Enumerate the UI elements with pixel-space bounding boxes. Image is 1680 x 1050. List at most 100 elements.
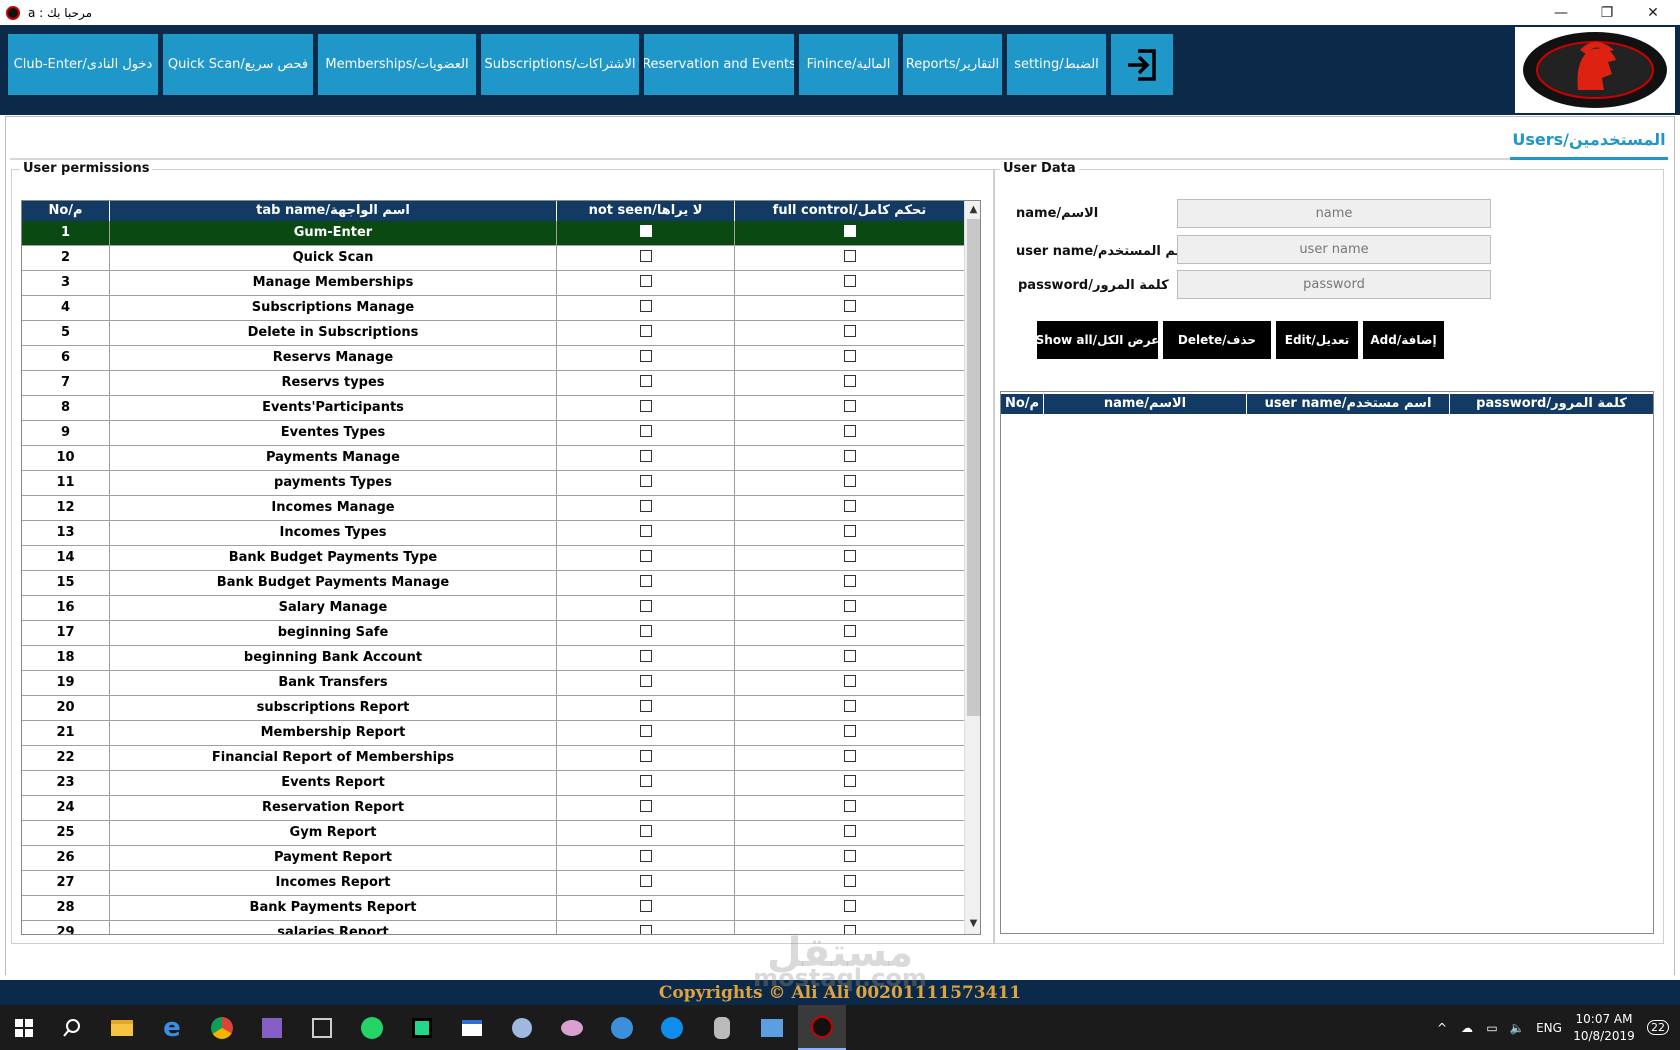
table-row[interactable]: 5 Delete in Subscriptions — [22, 321, 964, 346]
not-seen-checkbox[interactable] — [639, 925, 652, 934]
full-control-checkbox[interactable] — [843, 625, 856, 637]
nav-club-enter-button[interactable]: Club-Enter/دخول النادى — [8, 34, 158, 95]
edge-icon[interactable]: e — [148, 1005, 196, 1050]
windows-start-icon[interactable] — [0, 1005, 48, 1050]
teamviewer-icon[interactable] — [648, 1005, 696, 1050]
nav-memberships-button[interactable]: Memberships/العضويات — [318, 34, 476, 95]
full-control-checkbox[interactable] — [843, 875, 856, 887]
nav-quick-scan-button[interactable]: Quick Scan/فحص سريع — [163, 34, 313, 95]
not-seen-checkbox[interactable] — [639, 850, 652, 862]
users-col-password[interactable]: password/كلمة المرور — [1450, 394, 1653, 414]
full-control-checkbox[interactable] — [843, 575, 856, 587]
palette-icon[interactable] — [548, 1005, 596, 1050]
not-seen-checkbox[interactable] — [639, 475, 652, 487]
table-row[interactable]: 14 Bank Budget Payments Type — [22, 546, 964, 571]
not-seen-checkbox[interactable] — [639, 700, 652, 712]
minimize-icon[interactable]: — — [1538, 0, 1584, 25]
table-row[interactable]: 1 Gum-Enter — [22, 221, 964, 246]
tools-icon[interactable] — [298, 1005, 346, 1050]
col-header-not-seen[interactable]: not seen/لا يراها — [557, 201, 735, 221]
not-seen-checkbox[interactable] — [639, 825, 652, 837]
not-seen-checkbox[interactable] — [639, 775, 652, 787]
full-control-checkbox[interactable] — [843, 400, 856, 412]
table-row[interactable]: 9 Eventes Types — [22, 421, 964, 446]
full-control-checkbox[interactable] — [843, 325, 856, 337]
gym-app-icon[interactable] — [798, 1005, 846, 1050]
full-control-checkbox[interactable] — [843, 275, 856, 287]
full-control-checkbox[interactable] — [843, 650, 856, 662]
full-control-checkbox[interactable] — [843, 700, 856, 712]
table-row[interactable]: 25 Gym Report — [22, 821, 964, 846]
not-seen-checkbox[interactable] — [639, 400, 652, 412]
users-col-no[interactable]: No/م — [1001, 394, 1044, 414]
table-row[interactable]: 22 Financial Report of Memberships — [22, 746, 964, 771]
app-window-icon[interactable] — [448, 1005, 496, 1050]
browser-icon[interactable] — [598, 1005, 646, 1050]
full-control-checkbox[interactable] — [843, 925, 856, 934]
file-explorer-icon[interactable] — [98, 1005, 146, 1050]
not-seen-checkbox[interactable] — [639, 225, 652, 237]
show-all-button[interactable]: Show all/عرض الكل — [1036, 321, 1159, 359]
table-row[interactable]: 24 Reservation Report — [22, 796, 964, 821]
not-seen-checkbox[interactable] — [639, 725, 652, 737]
full-control-checkbox[interactable] — [843, 850, 856, 862]
col-header-tab-name[interactable]: tab name/اسم الواجهة — [110, 201, 557, 221]
scroll-up-icon[interactable]: ▲ — [965, 201, 980, 218]
chrome-icon[interactable] — [198, 1005, 246, 1050]
table-row[interactable]: 13 Incomes Types — [22, 521, 964, 546]
not-seen-checkbox[interactable] — [639, 800, 652, 812]
not-seen-checkbox[interactable] — [639, 600, 652, 612]
users-col-username[interactable]: user name/اسم مستخدم — [1247, 394, 1450, 414]
not-seen-checkbox[interactable] — [639, 425, 652, 437]
full-control-checkbox[interactable] — [843, 525, 856, 537]
table-row[interactable]: 16 Salary Manage — [22, 596, 964, 621]
full-control-checkbox[interactable] — [843, 675, 856, 687]
tray-chevron-icon[interactable]: ^ — [1430, 1005, 1454, 1050]
not-seen-checkbox[interactable] — [639, 350, 652, 362]
scrollbar-thumb[interactable] — [967, 219, 980, 716]
not-seen-checkbox[interactable] — [639, 450, 652, 462]
table-row[interactable]: 10 Payments Manage — [22, 446, 964, 471]
nav-subscriptions-button[interactable]: Subscriptions/الاشتراكات — [481, 34, 639, 95]
not-seen-checkbox[interactable] — [639, 375, 652, 387]
exit-button[interactable] — [1111, 34, 1173, 95]
not-seen-checkbox[interactable] — [639, 750, 652, 762]
full-control-checkbox[interactable] — [843, 475, 856, 487]
full-control-checkbox[interactable] — [843, 750, 856, 762]
full-control-checkbox[interactable] — [843, 800, 856, 812]
table-row[interactable]: 2 Quick Scan — [22, 246, 964, 271]
users-col-name[interactable]: name/الاسم — [1044, 394, 1247, 414]
not-seen-checkbox[interactable] — [639, 900, 652, 912]
clock[interactable]: 10:07 AM 10/8/2019 — [1568, 1005, 1640, 1050]
full-control-checkbox[interactable] — [843, 725, 856, 737]
control-panel-icon[interactable] — [748, 1005, 796, 1050]
pycharm-icon[interactable] — [398, 1005, 446, 1050]
not-seen-checkbox[interactable] — [639, 875, 652, 887]
add-button[interactable]: Add/إضافة — [1363, 321, 1444, 359]
full-control-checkbox[interactable] — [843, 375, 856, 387]
notifications-icon[interactable]: 22 — [1640, 1005, 1676, 1050]
full-control-checkbox[interactable] — [843, 450, 856, 462]
table-row[interactable]: 11 payments Types — [22, 471, 964, 496]
table-row[interactable]: 27 Incomes Report — [22, 871, 964, 896]
full-control-checkbox[interactable] — [843, 425, 856, 437]
search-icon[interactable] — [48, 1005, 96, 1050]
full-control-checkbox[interactable] — [843, 500, 856, 512]
col-header-full-control[interactable]: full control/تحكم كامل — [735, 201, 964, 221]
table-row[interactable]: 6 Reservs Manage — [22, 346, 964, 371]
table-row[interactable]: 4 Subscriptions Manage — [22, 296, 964, 321]
table-row[interactable]: 21 Membership Report — [22, 721, 964, 746]
nav-finance-button[interactable]: Finince/المالية — [799, 34, 898, 95]
name-field[interactable] — [1177, 199, 1491, 228]
full-control-checkbox[interactable] — [843, 250, 856, 262]
full-control-checkbox[interactable] — [843, 775, 856, 787]
users-grid[interactable]: No/م name/الاسم user name/اسم مستخدم pas… — [1000, 391, 1654, 934]
restore-icon[interactable]: ❐ — [1584, 0, 1630, 25]
table-row[interactable]: 12 Incomes Manage — [22, 496, 964, 521]
full-control-checkbox[interactable] — [843, 350, 856, 362]
visual-studio-icon[interactable] — [248, 1005, 296, 1050]
volume-icon[interactable]: 🔈 — [1505, 1005, 1529, 1050]
table-row[interactable]: 19 Bank Transfers — [22, 671, 964, 696]
not-seen-checkbox[interactable] — [639, 500, 652, 512]
nav-setting-button[interactable]: setting/الضبط — [1007, 34, 1106, 95]
